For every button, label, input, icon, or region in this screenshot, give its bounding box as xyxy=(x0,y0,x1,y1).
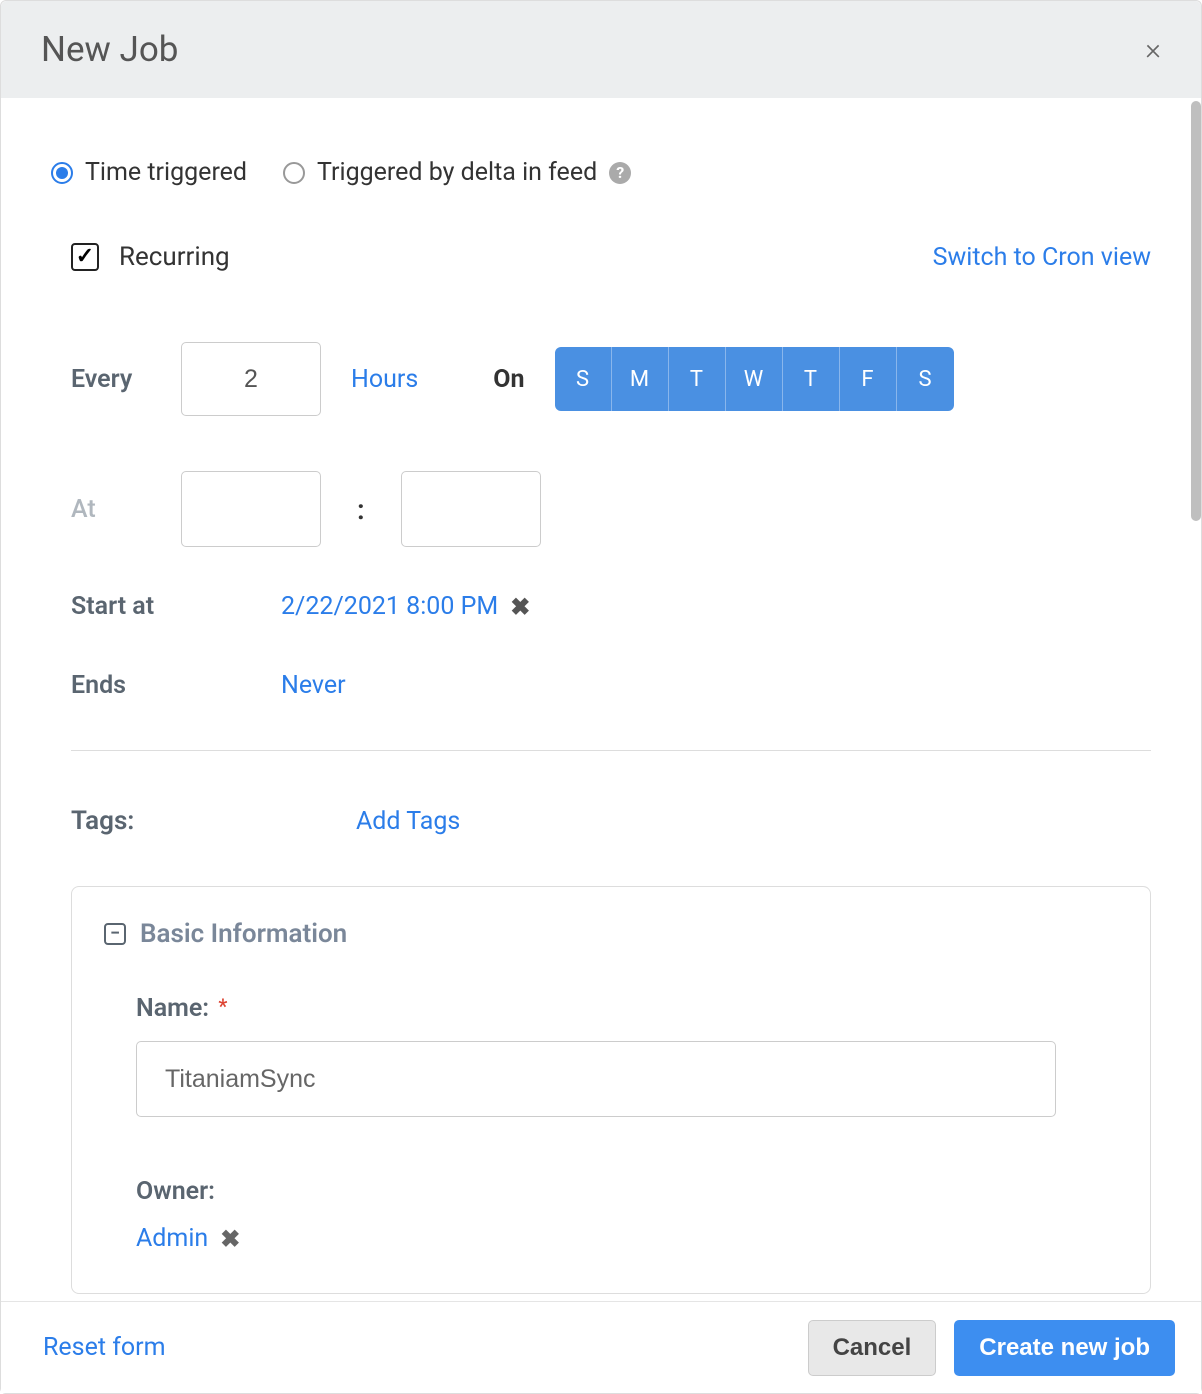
time-separator: : xyxy=(357,493,365,526)
create-new-job-button[interactable]: Create new job xyxy=(954,1320,1175,1376)
day-pill-mon[interactable]: M xyxy=(612,347,669,411)
every-unit-select[interactable]: Hours xyxy=(351,365,418,394)
day-pill-wed[interactable]: W xyxy=(726,347,783,411)
switch-cron-link[interactable]: Switch to Cron view xyxy=(933,243,1151,272)
close-icon[interactable]: × xyxy=(1145,35,1161,65)
modal-body: Time triggered Triggered by delta in fee… xyxy=(1,98,1201,1298)
owner-label: Owner: xyxy=(136,1177,1118,1206)
owner-value[interactable]: Admin xyxy=(136,1224,208,1253)
recurring-row: ✓ Recurring Switch to Cron view xyxy=(71,242,1151,272)
at-row: At : xyxy=(71,471,1151,547)
modal-header: New Job × xyxy=(1,1,1201,98)
day-pill-tue[interactable]: T xyxy=(669,347,726,411)
radio-time-label: Time triggered xyxy=(85,158,247,187)
clear-start-icon[interactable]: ✖ xyxy=(510,593,530,621)
radio-circle-icon xyxy=(51,162,73,184)
on-label: On xyxy=(493,365,524,394)
cancel-button[interactable]: Cancel xyxy=(808,1320,937,1376)
required-asterisk: * xyxy=(218,994,227,1018)
basic-info-panel: − Basic Information Name: * Owner: Admin… xyxy=(71,886,1151,1294)
radio-dot-icon xyxy=(56,167,68,179)
add-tags-link[interactable]: Add Tags xyxy=(356,807,460,836)
name-label-text: Name: xyxy=(136,994,209,1023)
recurring-check-wrap: ✓ Recurring xyxy=(71,242,230,272)
modal-footer: Reset form Cancel Create new job xyxy=(1,1301,1201,1393)
clear-owner-icon[interactable]: ✖ xyxy=(220,1225,240,1253)
at-hour-input[interactable] xyxy=(181,471,321,547)
start-at-row: Start at 2/22/2021 8:00 PM ✖ xyxy=(71,592,1151,621)
radio-time-triggered[interactable]: Time triggered xyxy=(51,158,247,187)
modal-title: New Job xyxy=(41,29,178,70)
ends-label: Ends xyxy=(71,671,281,700)
day-pill-thu[interactable]: T xyxy=(783,347,840,411)
panel-header: − Basic Information xyxy=(104,919,1118,949)
every-row: Every Hours On S M T W T F S xyxy=(71,342,1151,416)
recurring-checkbox[interactable]: ✓ xyxy=(71,243,99,271)
panel-title: Basic Information xyxy=(140,919,347,949)
name-label: Name: * xyxy=(136,994,1118,1023)
ends-value[interactable]: Never xyxy=(281,671,346,700)
check-icon: ✓ xyxy=(76,246,94,268)
tags-label: Tags: xyxy=(71,806,356,836)
day-pill-fri[interactable]: F xyxy=(840,347,897,411)
ends-row: Ends Never xyxy=(71,671,1151,700)
footer-right: Cancel Create new job xyxy=(808,1320,1175,1376)
reset-form-link[interactable]: Reset form xyxy=(43,1333,166,1362)
divider xyxy=(71,750,1151,751)
trigger-row: Time triggered Triggered by delta in fee… xyxy=(51,158,1151,187)
name-field-block: Name: * Owner: Admin ✖ xyxy=(136,994,1118,1253)
owner-value-row: Admin ✖ xyxy=(136,1224,1118,1253)
every-label: Every xyxy=(71,365,181,394)
at-minute-input[interactable] xyxy=(401,471,541,547)
tags-row: Tags: Add Tags xyxy=(71,806,1151,836)
recurring-label: Recurring xyxy=(119,242,230,272)
collapse-icon[interactable]: − xyxy=(104,923,126,945)
every-input[interactable] xyxy=(181,342,321,416)
day-pills-group: S M T W T F S xyxy=(555,347,954,411)
start-at-value[interactable]: 2/22/2021 8:00 PM xyxy=(281,592,498,621)
start-at-label: Start at xyxy=(71,592,281,621)
radio-delta-label: Triggered by delta in feed xyxy=(317,158,597,187)
name-input[interactable] xyxy=(136,1041,1056,1117)
day-pill-sun[interactable]: S xyxy=(555,347,612,411)
help-icon[interactable]: ? xyxy=(609,162,631,184)
radio-delta-triggered[interactable]: Triggered by delta in feed ? xyxy=(283,158,631,187)
radio-circle-icon xyxy=(283,162,305,184)
at-label: At xyxy=(71,495,181,524)
scrollbar[interactable] xyxy=(1191,101,1201,521)
day-pill-sat[interactable]: S xyxy=(897,347,954,411)
